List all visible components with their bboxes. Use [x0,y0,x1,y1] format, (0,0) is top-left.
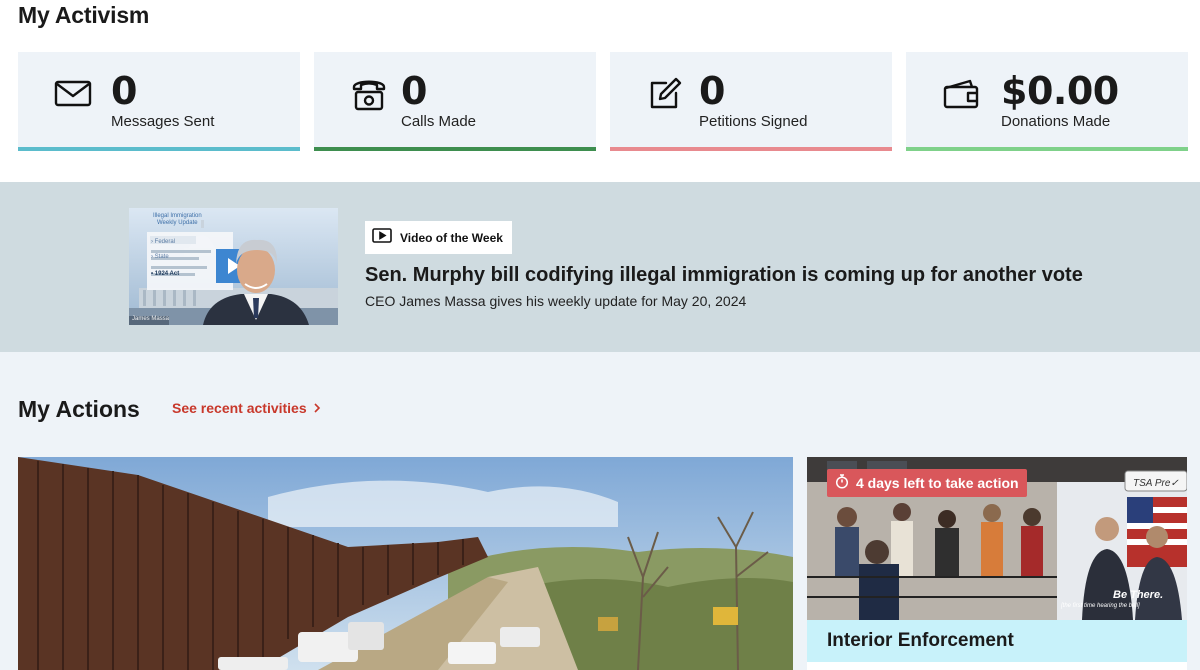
video-subtitle: CEO James Massa gives his weekly update … [365,293,747,309]
wallet-icon [942,75,980,113]
donations-made-amount: $0.00 [1001,69,1119,113]
border-wall-photo [18,457,793,670]
calls-made-label: Calls Made [401,113,477,130]
stat-card-donations: $0.00 Donations Made [906,52,1188,151]
thumbnail-item-federal: › Federal [151,239,176,245]
tsa-precheck-sign: TSA Pre✓ [1133,478,1179,489]
video-headline[interactable]: Sen. Murphy bill codifying illegal immig… [365,264,1083,287]
video-of-the-week-badge: Video of the Week [365,221,512,254]
edit-icon [646,75,684,113]
action-card-border[interactable] [18,457,793,670]
my-actions-title: My Actions [18,396,140,422]
activism-stats: 0 Messages Sent 0 Calls Made 0 Petitions… [18,52,1188,151]
phone-icon [350,75,388,113]
days-left-badge: 4 days left to take action [827,469,1027,497]
thumbnail-caption: James Massa [132,316,170,322]
video-of-the-week-section: Illegal Immigration Weekly Update › Fede… [0,182,1200,352]
banner-text-be-there: Be There. [1113,589,1164,601]
video-badge-label: Video of the Week [400,230,503,245]
banner-text-bell: [the first time hearing the bell] [1061,603,1140,609]
my-activism-title: My Activism [18,2,150,28]
chevron-right-icon [313,400,321,416]
thumbnail-title-line2: Weekly Update [157,220,198,226]
petitions-signed-count: 0 [699,69,725,113]
recent-link-label: See recent activities [172,400,307,416]
thumbnail-title-line1: Illegal Immigration [153,213,202,219]
stat-card-calls: 0 Calls Made [314,52,596,151]
messages-sent-label: Messages Sent [111,113,215,130]
messages-sent-count: 0 [111,69,137,113]
petitions-signed-label: Petitions Signed [699,113,808,130]
see-recent-activities-link[interactable]: See recent activities [172,400,321,416]
stat-card-messages: 0 Messages Sent [18,52,300,151]
my-actions-section: My Actions See recent activities TSA Pre… [0,352,1200,670]
play-icon [372,227,392,248]
donations-made-label: Donations Made [1001,113,1111,130]
action-card-interior-enforcement[interactable]: TSA Pre✓ Be There. [the first time heari… [807,457,1187,670]
stopwatch-icon [835,474,849,492]
interior-enforcement-caption: Interior Enforcement [807,620,1187,662]
stat-card-petitions: 0 Petitions Signed [610,52,892,151]
days-left-label: 4 days left to take action [856,475,1019,491]
calls-made-count: 0 [401,69,427,113]
thumbnail-item-state: › State [151,254,169,260]
thumbnail-item-1924-act: • 1924 Act [151,271,180,277]
video-thumbnail[interactable]: Illegal Immigration Weekly Update › Fede… [129,208,338,325]
envelope-icon [54,75,92,113]
